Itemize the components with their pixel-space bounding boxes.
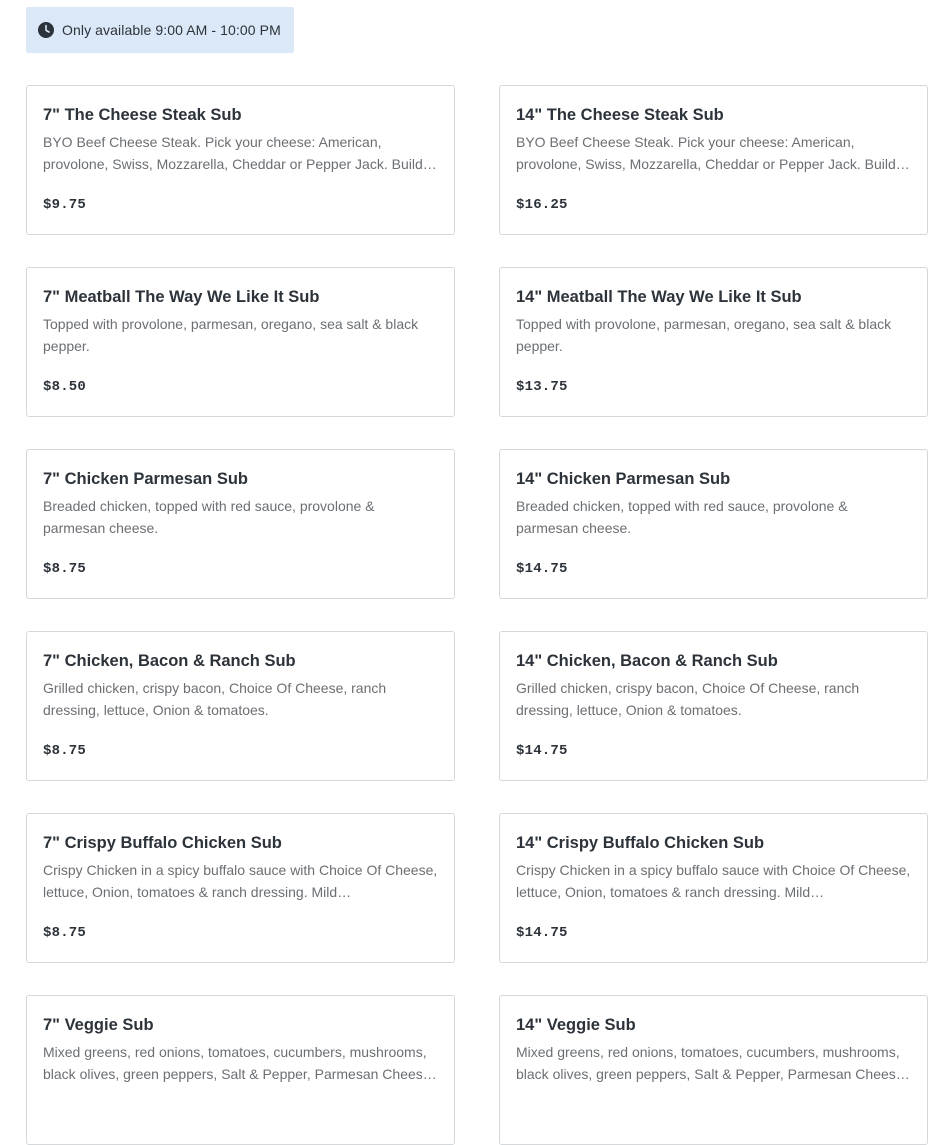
menu-item-card[interactable]: 14" Chicken Parmesan Sub Breaded chicken… (499, 449, 928, 599)
menu-item-description: Topped with provolone, parmesan, oregano… (43, 316, 419, 354)
menu-item-description: BYO Beef Cheese Steak. Pick your cheese:… (516, 134, 896, 172)
menu-item-card[interactable]: 14" The Cheese Steak Sub BYO Beef Cheese… (499, 85, 928, 235)
menu-item-description: Topped with provolone, parmesan, oregano… (516, 316, 892, 354)
menu-item-price: $8.75 (43, 561, 87, 577)
menu-item-price: $8.75 (43, 743, 87, 759)
menu-item-title: 7" Veggie Sub (43, 1016, 154, 1034)
menu-item-title: 14" Chicken Parmesan Sub (516, 470, 731, 488)
menu-item-title: 14" Veggie Sub (516, 1016, 636, 1034)
menu-item-description: Mixed greens, red onions, tomatoes, cucu… (516, 1044, 910, 1082)
menu-item-price: $16.25 (516, 197, 568, 213)
menu-item-card[interactable]: 7" Veggie Sub Mixed greens, red onions, … (26, 995, 455, 1145)
menu-item-description: Crispy Chicken in a spicy buffalo sauce … (43, 862, 438, 900)
menu-item-title: 14" Meatball The Way We Like It Sub (516, 288, 802, 306)
menu-item-title: 7" Chicken Parmesan Sub (43, 470, 248, 488)
clock-icon (38, 22, 54, 38)
menu-item-title: 7" Chicken, Bacon & Ranch Sub (43, 652, 296, 670)
menu-item-grid: 7" The Cheese Steak Sub BYO Beef Cheese … (26, 85, 928, 1145)
menu-item-card[interactable]: 7" Chicken, Bacon & Ranch Sub Grilled ch… (26, 631, 455, 781)
menu-item-price: $8.75 (43, 925, 87, 941)
menu-item-title: 14" Crispy Buffalo Chicken Sub (516, 834, 765, 852)
menu-item-description: Mixed greens, red onions, tomatoes, cucu… (43, 1044, 437, 1082)
menu-item-title: 14" Chicken, Bacon & Ranch Sub (516, 652, 778, 670)
menu-item-description: Breaded chicken, topped with red sauce, … (43, 498, 375, 536)
availability-text: Only available 9:00 AM - 10:00 PM (62, 22, 281, 38)
menu-item-card[interactable]: 7" Crispy Buffalo Chicken Sub Crispy Chi… (26, 813, 455, 963)
availability-banner: Only available 9:00 AM - 10:00 PM (26, 7, 294, 53)
menu-item-title: 7" Meatball The Way We Like It Sub (43, 288, 320, 306)
menu-item-title: 7" The Cheese Steak Sub (43, 106, 242, 124)
menu-item-card[interactable]: 14" Chicken, Bacon & Ranch Sub Grilled c… (499, 631, 928, 781)
menu-item-description: Breaded chicken, topped with red sauce, … (516, 498, 848, 536)
menu-item-price: $14.75 (516, 561, 568, 577)
menu-item-price: $14.75 (516, 925, 568, 941)
menu-item-price: $13.75 (516, 379, 568, 395)
menu-item-title: 14" The Cheese Steak Sub (516, 106, 724, 124)
menu-item-description: BYO Beef Cheese Steak. Pick your cheese:… (43, 134, 423, 172)
menu-item-card[interactable]: 14" Crispy Buffalo Chicken Sub Crispy Ch… (499, 813, 928, 963)
menu-item-price: $8.50 (43, 379, 87, 395)
menu-item-description: Grilled chicken, crispy bacon, Choice Of… (43, 680, 387, 718)
menu-item-description: Crispy Chicken in a spicy buffalo sauce … (516, 862, 911, 900)
menu-item-card[interactable]: 7" The Cheese Steak Sub BYO Beef Cheese … (26, 85, 455, 235)
menu-item-card[interactable]: 14" Veggie Sub Mixed greens, red onions,… (499, 995, 928, 1145)
menu-item-price: $14.75 (516, 743, 568, 759)
menu-item-card[interactable]: 7" Chicken Parmesan Sub Breaded chicken,… (26, 449, 455, 599)
menu-item-description: Grilled chicken, crispy bacon, Choice Of… (516, 680, 860, 718)
menu-item-price: $9.75 (43, 197, 87, 213)
menu-item-card[interactable]: 7" Meatball The Way We Like It Sub Toppe… (26, 267, 455, 417)
menu-item-card[interactable]: 14" Meatball The Way We Like It Sub Topp… (499, 267, 928, 417)
menu-item-title: 7" Crispy Buffalo Chicken Sub (43, 834, 282, 852)
